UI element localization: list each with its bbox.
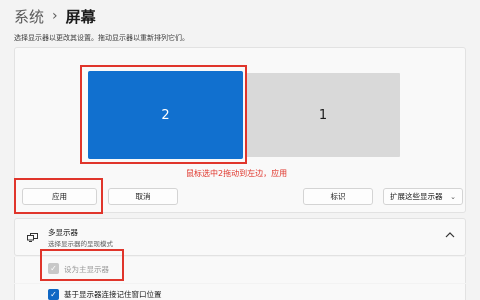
apply-button[interactable]: 应用 [22,188,97,205]
make-primary-row: ✓ 设为主显示器 [14,257,466,283]
multi-monitor-icon [27,233,38,242]
make-primary-label: 设为主显示器 [64,265,109,274]
checkmark-icon: ✓ [50,264,57,273]
monitor-2-number: 2 [161,107,170,123]
display-mode-dropdown[interactable]: 扩展这些显示器 ⌄ [383,188,463,205]
monitor-2[interactable]: 2 [88,71,243,159]
multiple-displays-title: 多显示器 [48,228,78,237]
remember-window-row: ✓ 基于显示器连接记住窗口位置 [14,284,466,300]
cancel-button[interactable]: 取消 [108,188,178,205]
breadcrumb-system-link[interactable]: 系统 [14,6,44,27]
chevron-up-icon[interactable] [445,231,455,239]
monitor-1-number: 1 [318,107,328,123]
page-title: 屏幕 [65,7,96,26]
remember-window-checkbox[interactable]: ✓ [48,289,59,300]
monitor-1[interactable]: 1 [246,73,400,157]
make-primary-checkbox[interactable]: ✓ [48,263,59,274]
breadcrumb: 系统 › 屏幕 [14,3,96,29]
display-mode-value: 扩展这些显示器 [390,192,443,201]
multiple-displays-subtitle: 选择显示器的呈现模式 [48,240,113,248]
arrange-description: 选择显示器以更改其设置。拖动显示器以重新排列它们。 [14,34,189,42]
identify-button[interactable]: 标识 [303,188,373,205]
remember-window-label: 基于显示器连接记住窗口位置 [64,290,162,299]
checkmark-icon: ✓ [50,290,57,299]
multiple-displays-header[interactable]: 多显示器 选择显示器的呈现模式 [14,218,466,256]
chevron-down-icon: ⌄ [450,192,456,201]
breadcrumb-separator: › [52,8,58,24]
annotation-text: 鼠标选中2拖动到左边，应用 [186,169,288,178]
